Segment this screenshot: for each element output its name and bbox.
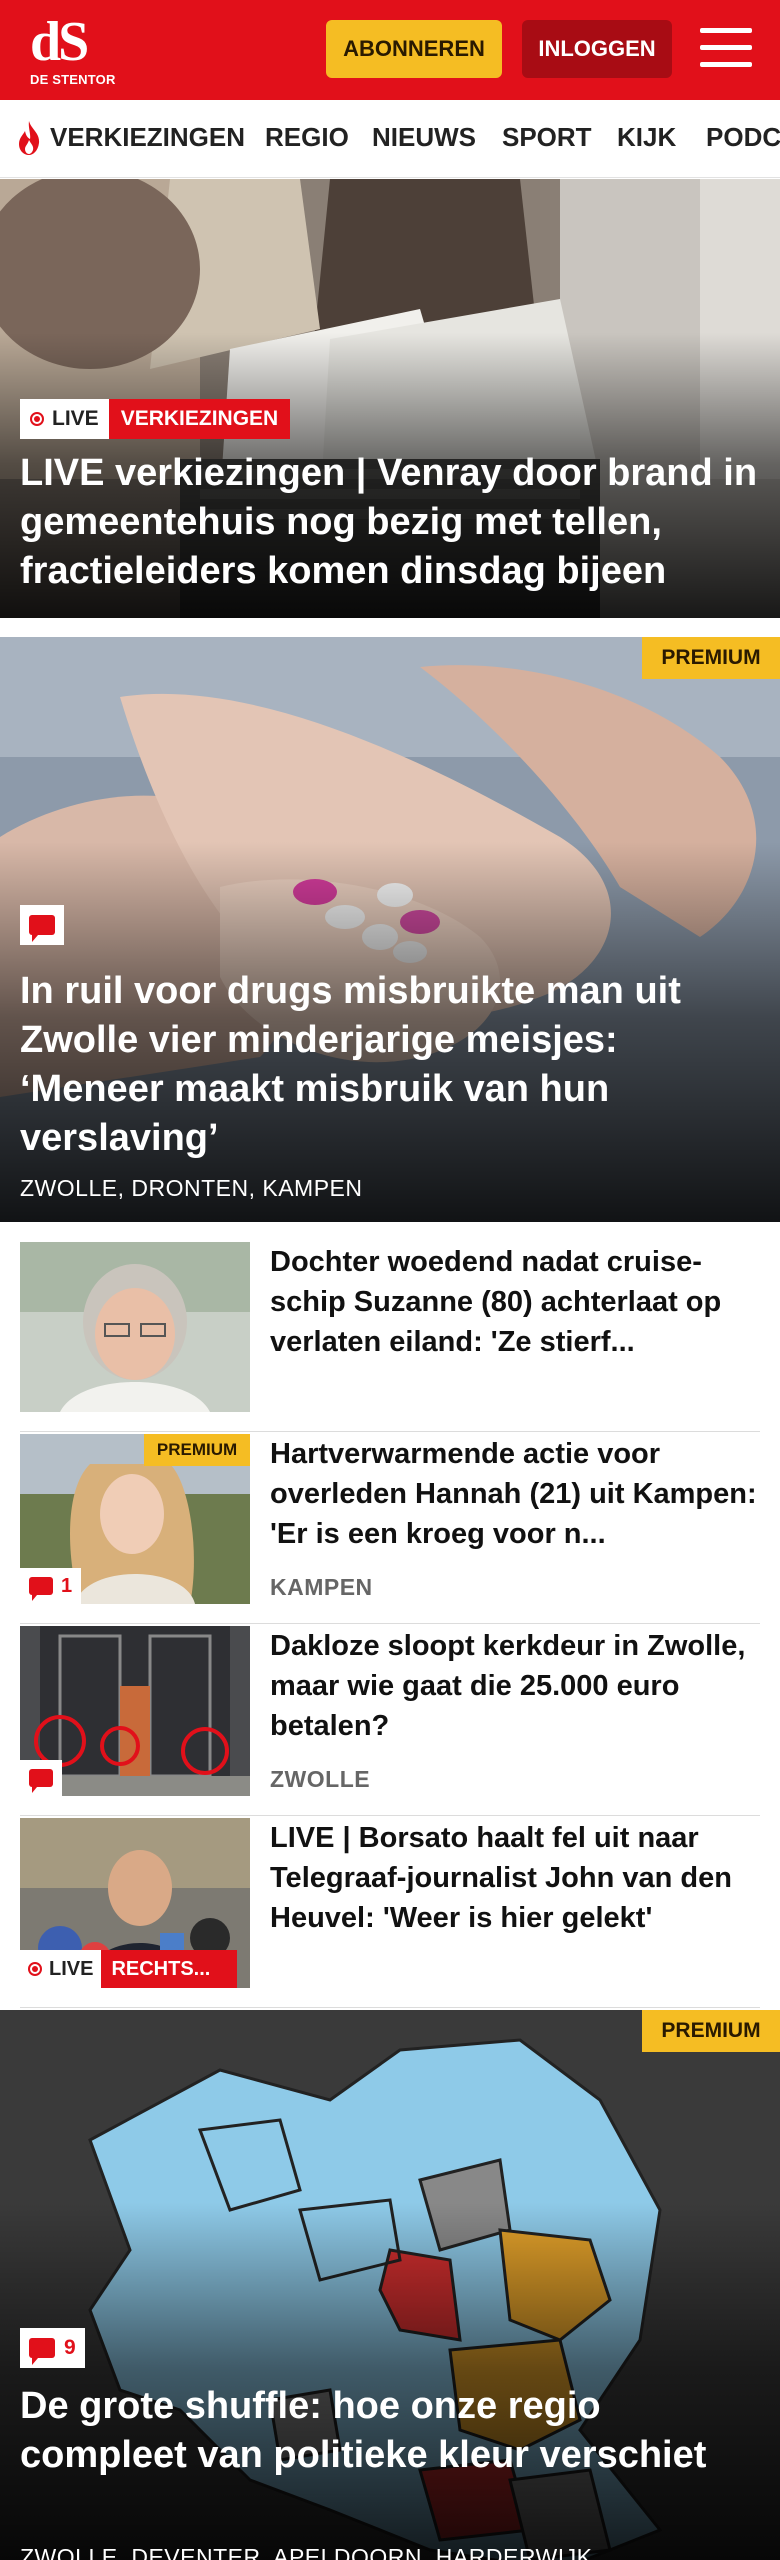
category-label: VERKIEZINGEN xyxy=(108,399,291,439)
login-button[interactable]: INLOGGEN xyxy=(522,20,672,78)
comment-icon xyxy=(29,1577,53,1601)
comment-count: 9 xyxy=(64,2336,76,2359)
list-item[interactable]: LIVE RECHTS... LIVE | Borsato haalt fel … xyxy=(20,1818,760,2008)
comment-badge: 9 xyxy=(20,2328,85,2368)
comment-badge xyxy=(20,1760,62,1796)
article-location: ZWOLLE xyxy=(270,1766,371,1792)
live-dot-icon xyxy=(28,1962,42,1976)
article-title: Hartverwarmende actie voor overleden Han… xyxy=(270,1438,757,1550)
nav-item-sport[interactable]: SPORT xyxy=(502,122,592,153)
comment-icon xyxy=(29,915,55,942)
article-thumbnail xyxy=(20,1626,250,1796)
hero-location: ZWOLLE, DRONTEN, KAMPEN xyxy=(20,1175,363,1201)
logo-subtitle: DE STENTOR xyxy=(30,72,116,87)
hero-title: In ruil voor drugs misbruikte man uit Zw… xyxy=(20,970,681,1159)
nav-item-kijk[interactable]: KIJK xyxy=(617,122,676,153)
article-title: Dochter woedend nadat cruise-schip Suzan… xyxy=(270,1246,722,1358)
nav-item-podcast[interactable]: PODC xyxy=(706,122,780,153)
hero-article-zwolle[interactable]: PREMIUM In ruil voor drugs misbruikte ma… xyxy=(0,637,780,1222)
category-label: RECHTS... xyxy=(101,1950,238,1988)
site-logo[interactable]: dS DE STENTOR xyxy=(30,11,120,87)
article-thumbnail xyxy=(20,1242,250,1412)
hero-article-elections[interactable]: LIVE VERKIEZINGEN LIVE verkiezingen | Ve… xyxy=(0,179,780,618)
hero-title: De grote shuffle: hoe onze regio complee… xyxy=(20,2385,707,2476)
comment-icon xyxy=(29,2338,55,2365)
live-category-tag: LIVE VERKIEZINGEN xyxy=(20,399,291,439)
article-thumbnail: LIVE RECHTS... xyxy=(20,1818,250,1988)
hero-title: LIVE verkiezingen | Venray door brand in… xyxy=(20,452,758,592)
live-label: LIVE xyxy=(49,1957,94,1980)
comment-icon xyxy=(29,1769,53,1793)
premium-badge: PREMIUM xyxy=(144,1434,250,1466)
live-category-tag: LIVE RECHTS... xyxy=(20,1950,238,1988)
nav-item-regio[interactable]: REGIO xyxy=(265,122,349,153)
comment-badge: 1 xyxy=(20,1568,82,1604)
article-thumbnail: PREMIUM 1 xyxy=(20,1434,250,1604)
comment-badge xyxy=(20,905,64,945)
flame-icon xyxy=(19,121,40,155)
logo-mark: dS xyxy=(30,11,89,73)
article-title: LIVE | Borsato haalt fel uit naar Telegr… xyxy=(270,1822,732,1934)
main-navigation: VERKIEZINGEN REGIO NIEUWS SPORT KIJK POD… xyxy=(0,100,780,178)
subscribe-button[interactable]: ABONNEREN xyxy=(326,20,502,78)
list-item[interactable]: Dakloze sloopt kerkdeur in Zwolle, maar … xyxy=(20,1626,760,1816)
article-location: KAMPEN xyxy=(270,1574,373,1600)
nav-item-verkiezingen[interactable]: VERKIEZINGEN xyxy=(50,122,245,153)
hero-location: ZWOLLE, DEVENTER, APELDOORN, HARDERWIJK xyxy=(20,2544,593,2560)
list-item[interactable]: Dochter woedend nadat cruise-schip Suzan… xyxy=(20,1242,760,1432)
nav-item-nieuws[interactable]: NIEUWS xyxy=(372,122,476,153)
comment-count: 1 xyxy=(61,1574,73,1597)
list-item[interactable]: PREMIUM 1 Hartverwarmende actie voor ove… xyxy=(20,1434,760,1624)
hamburger-menu-icon[interactable] xyxy=(700,24,752,72)
site-header: dS DE STENTOR ABONNEREN INLOGGEN xyxy=(0,0,780,100)
article-title: Dakloze sloopt kerkdeur in Zwolle, maar … xyxy=(270,1630,746,1742)
premium-badge: PREMIUM xyxy=(642,637,780,679)
hero-article-shuffle[interactable]: PREMIUM 9 De grote shuffle: hoe onze reg… xyxy=(0,2010,780,2560)
premium-badge: PREMIUM xyxy=(642,2010,780,2052)
live-dot-icon xyxy=(30,412,44,426)
live-label: LIVE xyxy=(52,407,99,430)
